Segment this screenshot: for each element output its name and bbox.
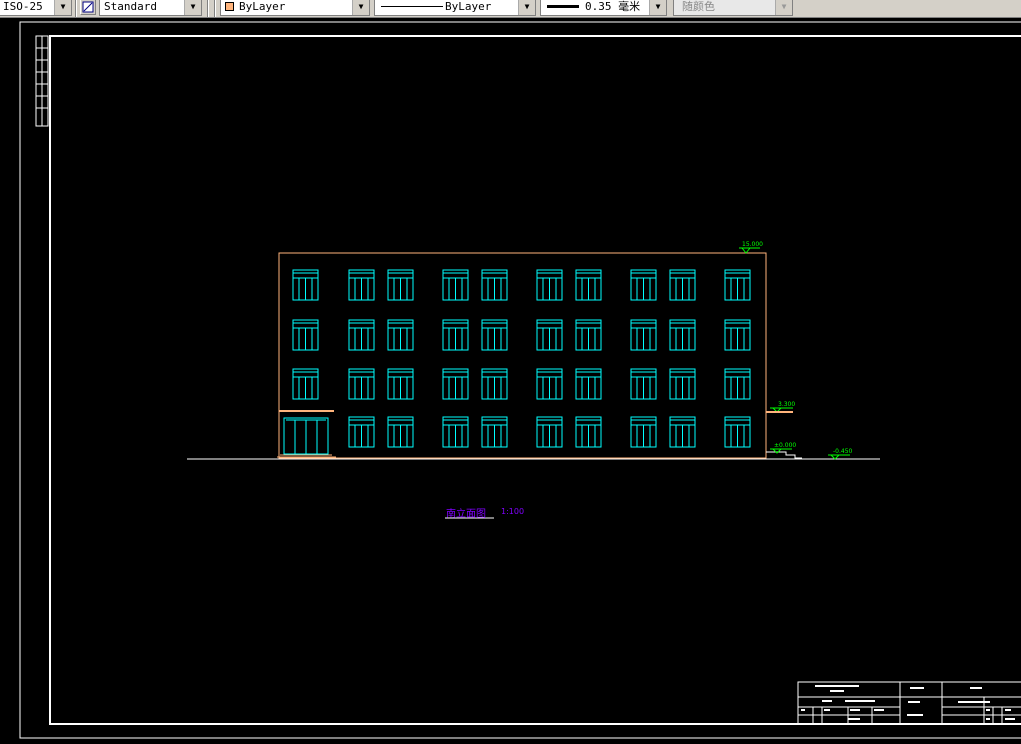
window[interactable] [348, 269, 375, 301]
window[interactable] [724, 319, 751, 351]
lineweight-sample-icon [547, 5, 579, 8]
linetype-value: ByLayer [445, 0, 492, 13]
elevation-label-roof: 15.000 [742, 241, 763, 248]
elevation-label-outdoor: -0.450 [833, 448, 853, 455]
window-group[interactable] [292, 269, 751, 448]
window[interactable] [536, 269, 563, 301]
window[interactable] [575, 368, 602, 400]
window[interactable] [669, 269, 696, 301]
window[interactable] [292, 368, 319, 400]
drawing-scale: 1:100 [501, 507, 525, 516]
chevron-down-icon[interactable]: ▼ [184, 0, 201, 15]
chevron-down-icon[interactable]: ▼ [54, 0, 71, 15]
window[interactable] [481, 269, 508, 301]
properties-toolbar: ISO-25 ▼ Standard ▼ ByLayer ▼ ByLayer ▼ … [0, 0, 1021, 18]
plotstyle-combo[interactable]: 随颜色 ▼ [673, 0, 793, 16]
window[interactable] [481, 319, 508, 351]
window[interactable] [481, 416, 508, 448]
sheet-outer-border [19, 21, 1021, 739]
textstyle-value: Standard [104, 0, 157, 13]
window[interactable] [442, 269, 469, 301]
window[interactable] [724, 368, 751, 400]
window[interactable] [669, 368, 696, 400]
toolbar-separator [214, 0, 216, 17]
drawing-canvas[interactable] [0, 0, 1021, 744]
window[interactable] [575, 416, 602, 448]
window[interactable] [575, 269, 602, 301]
dimstyle-combo[interactable]: ISO-25 ▼ [0, 0, 72, 16]
elevation-label-ground: ±0.000 [774, 442, 797, 449]
lineweight-value: 0.35 毫米 [585, 0, 641, 13]
chevron-down-icon[interactable]: ▼ [518, 0, 535, 15]
window[interactable] [292, 319, 319, 351]
window[interactable] [630, 416, 657, 448]
window[interactable] [348, 416, 375, 448]
window[interactable] [292, 269, 319, 301]
elevation-label-first-floor: 3.300 [778, 401, 796, 408]
textstyle-combo[interactable]: Standard ▼ [99, 0, 202, 16]
window[interactable] [387, 416, 414, 448]
window[interactable] [348, 319, 375, 351]
window[interactable] [481, 368, 508, 400]
window[interactable] [387, 319, 414, 351]
window[interactable] [387, 368, 414, 400]
window[interactable] [669, 319, 696, 351]
dimstyle-value: ISO-25 [3, 0, 43, 13]
drawing-title[interactable]: 南立面图 [446, 505, 486, 520]
window[interactable] [348, 368, 375, 400]
binding-strip [35, 35, 49, 127]
linetype-sample-icon [381, 6, 443, 7]
building-outline[interactable] [278, 252, 767, 459]
window[interactable] [724, 416, 751, 448]
sheet-inner-frame [49, 35, 1021, 725]
color-swatch-icon [225, 2, 234, 11]
window[interactable] [669, 416, 696, 448]
lineweight-combo[interactable]: 0.35 毫米 ▼ [540, 0, 667, 16]
window[interactable] [442, 368, 469, 400]
window[interactable] [536, 416, 563, 448]
window[interactable] [575, 319, 602, 351]
window[interactable] [442, 319, 469, 351]
window[interactable] [536, 319, 563, 351]
toolbar-separator [207, 0, 209, 17]
window[interactable] [536, 368, 563, 400]
entrance-door[interactable] [277, 410, 336, 458]
elevation-mark-roof[interactable] [739, 247, 760, 254]
window[interactable] [630, 319, 657, 351]
chevron-down-icon[interactable]: ▼ [649, 0, 666, 15]
toolbar-separator [75, 0, 77, 17]
linetype-combo[interactable]: ByLayer ▼ [374, 0, 536, 16]
window[interactable] [442, 416, 469, 448]
window[interactable] [630, 269, 657, 301]
layer-color-combo[interactable]: ByLayer ▼ [220, 0, 370, 16]
window[interactable] [630, 368, 657, 400]
elevation-mark-outdoor[interactable] [828, 454, 850, 460]
chevron-down-icon[interactable]: ▼ [775, 0, 792, 15]
plotstyle-value: 随颜色 [682, 0, 715, 13]
textstyle-manager-icon[interactable] [80, 0, 96, 15]
chevron-down-icon[interactable]: ▼ [352, 0, 369, 15]
right-steps [766, 451, 802, 459]
window[interactable] [724, 269, 751, 301]
window[interactable] [387, 269, 414, 301]
layer-color-value: ByLayer [239, 0, 286, 13]
